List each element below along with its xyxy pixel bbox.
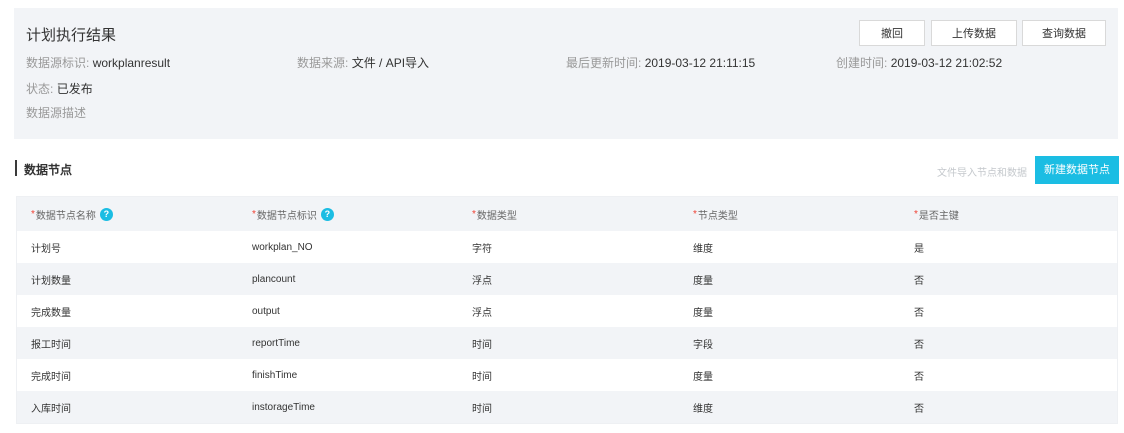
required-marker: * xyxy=(252,208,256,220)
cell-primary-key: 是 xyxy=(914,243,924,255)
column-header-node-type: * 节点类型 xyxy=(693,197,738,231)
status-value: 已发布 xyxy=(56,82,93,96)
page: 计划执行结果 撤回 上传数据 查询数据 数据源标识: workplanresul… xyxy=(0,0,1124,433)
upload-data-button[interactable]: 上传数据 xyxy=(931,20,1017,46)
last-updated-label: 最后更新时间: xyxy=(566,56,642,70)
cell-node-name: 计划号 xyxy=(31,243,61,255)
datasource-source-value: 文件 / API导入 xyxy=(351,56,430,70)
cell-node-id: workplan_NO xyxy=(252,241,313,253)
column-header-data-type: * 数据类型 xyxy=(472,197,517,231)
cell-data-type: 浮点 xyxy=(472,307,492,319)
cell-primary-key: 否 xyxy=(914,307,924,319)
required-marker: * xyxy=(693,208,697,220)
cell-primary-key: 否 xyxy=(914,403,924,415)
table-row[interactable]: 完成数量 output 浮点 度量 否 xyxy=(17,295,1117,327)
import-nodes-link[interactable]: 文件导入节点和数据 xyxy=(937,164,1027,179)
cell-data-type: 时间 xyxy=(472,403,492,415)
cell-node-id: reportTime xyxy=(252,337,300,349)
table-row[interactable]: 计划号 workplan_NO 字符 维度 是 xyxy=(17,231,1117,263)
cell-node-type: 维度 xyxy=(693,403,713,415)
required-marker: * xyxy=(472,208,476,220)
column-header-node-name: * 数据节点名称 ? xyxy=(31,197,113,231)
column-header-label: 数据节点标识 xyxy=(256,210,317,222)
cell-primary-key: 否 xyxy=(914,339,924,351)
column-header-label: 数据类型 xyxy=(476,210,517,222)
cell-primary-key: 否 xyxy=(914,371,924,383)
section-marker xyxy=(15,160,17,176)
cell-node-name: 计划数量 xyxy=(31,275,71,287)
datasource-id-label: 数据源标识: xyxy=(26,56,90,70)
table-header-row: * 数据节点名称 ? * 数据节点标识 ? * 数据类型 * 节点类型 * 是否… xyxy=(17,197,1117,231)
cell-node-type: 维度 xyxy=(693,243,713,255)
column-header-label: 节点类型 xyxy=(697,210,738,222)
cell-node-id: plancount xyxy=(252,273,296,285)
required-marker: * xyxy=(31,208,35,220)
page-title: 计划执行结果 xyxy=(26,27,117,44)
withdraw-button[interactable]: 撤回 xyxy=(859,20,925,46)
datasource-id-value: workplanresult xyxy=(92,56,171,70)
created-value: 2019-03-12 21:02:52 xyxy=(890,56,1003,70)
section-title: 数据节点 xyxy=(24,163,73,177)
cell-data-type: 浮点 xyxy=(472,275,492,287)
required-marker: * xyxy=(914,208,918,220)
query-data-button[interactable]: 查询数据 xyxy=(1022,20,1106,46)
datasource-info-panel: 计划执行结果 撤回 上传数据 查询数据 数据源标识: workplanresul… xyxy=(14,8,1118,139)
cell-node-id: instorageTime xyxy=(252,401,315,413)
cell-node-type: 字段 xyxy=(693,339,713,351)
datasource-description: 数据源描述 xyxy=(26,106,87,120)
cell-data-type: 字符 xyxy=(472,243,492,255)
column-header-primary-key: * 是否主键 xyxy=(914,197,959,231)
last-updated-value: 2019-03-12 21:11:15 xyxy=(644,56,756,70)
cell-data-type: 时间 xyxy=(472,339,492,351)
datasource-source: 数据来源: 文件 / API导入 xyxy=(297,54,429,71)
created-time: 创建时间: 2019-03-12 21:02:52 xyxy=(836,54,1002,71)
cell-node-name: 入库时间 xyxy=(31,403,71,415)
cell-node-type: 度量 xyxy=(693,275,713,287)
column-header-label: 是否主键 xyxy=(918,210,959,222)
table-row[interactable]: 计划数量 plancount 浮点 度量 否 xyxy=(17,263,1117,295)
status: 状态: 已发布 xyxy=(26,80,93,97)
data-nodes-table: * 数据节点名称 ? * 数据节点标识 ? * 数据类型 * 节点类型 * 是否… xyxy=(16,196,1118,424)
new-data-node-button[interactable]: 新建数据节点 xyxy=(1035,156,1119,184)
created-label: 创建时间: xyxy=(836,56,888,70)
last-updated-time: 最后更新时间: 2019-03-12 21:11:15 xyxy=(566,54,755,71)
question-circle-icon[interactable]: ? xyxy=(99,207,113,221)
table-row[interactable]: 完成时间 finishTime 时间 度量 否 xyxy=(17,359,1117,391)
table-row[interactable]: 入库时间 instorageTime 时间 维度 否 xyxy=(17,391,1117,423)
cell-node-name: 完成时间 xyxy=(31,371,71,383)
table-row[interactable]: 报工时间 reportTime 时间 字段 否 xyxy=(17,327,1117,359)
datasource-id: 数据源标识: workplanresult xyxy=(26,54,170,71)
column-header-node-id: * 数据节点标识 ? xyxy=(252,197,334,231)
cell-node-id: output xyxy=(252,305,280,317)
cell-node-name: 报工时间 xyxy=(31,339,71,351)
cell-primary-key: 否 xyxy=(914,275,924,287)
cell-data-type: 时间 xyxy=(472,371,492,383)
question-circle-icon[interactable]: ? xyxy=(320,207,334,221)
cell-node-name: 完成数量 xyxy=(31,307,71,319)
status-label: 状态: xyxy=(26,82,54,96)
cell-node-type: 度量 xyxy=(693,371,713,383)
datasource-source-label: 数据来源: xyxy=(297,56,349,70)
column-header-label: 数据节点名称 xyxy=(35,210,96,222)
cell-node-id: finishTime xyxy=(252,369,298,381)
cell-node-type: 度量 xyxy=(693,307,713,319)
